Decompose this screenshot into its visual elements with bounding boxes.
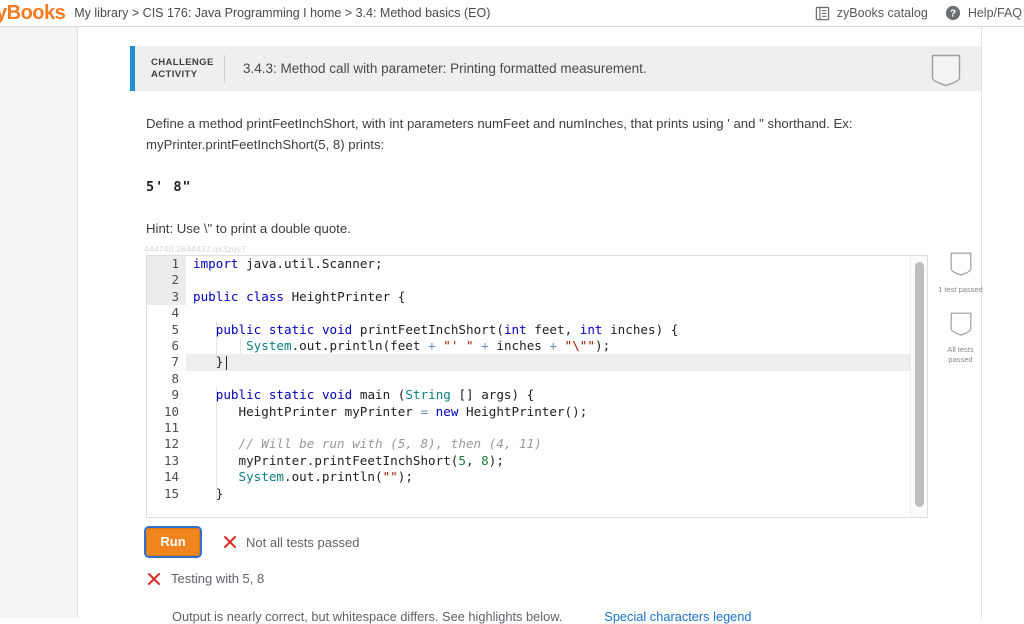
- line-number: 9: [171, 387, 179, 403]
- line-number: 11: [163, 420, 179, 435]
- top-navigation-bar: yBooks My library > CIS 176: Java Progra…: [0, 0, 1024, 27]
- x-mark-icon: [223, 535, 237, 549]
- text-cursor: [226, 356, 227, 370]
- activity-type-tag: CHALLENGE ACTIVITY: [135, 57, 224, 81]
- prompt-hint: Hint: Use \" to print a double quote.: [146, 221, 351, 236]
- zybooks-catalog-label: zyBooks catalog: [836, 6, 928, 20]
- line-number: 7: [171, 354, 179, 370]
- code-line: myPrinter.printFeetInchShort(5, 8);: [193, 452, 504, 468]
- line-number: 15: [163, 485, 179, 501]
- code-line: public class HeightPrinter {: [193, 288, 406, 304]
- prompt-sample-output: 5' 8": [146, 179, 192, 195]
- zybooks-logo[interactable]: yBooks: [0, 3, 66, 23]
- test-case-label: Testing with 5, 8: [171, 571, 265, 586]
- line-number: 14: [163, 469, 179, 485]
- code-line: public static void main (String [] args)…: [215, 387, 535, 403]
- activity-watermark: 444740.2644432.qx3zqy7: [144, 244, 247, 254]
- breadcrumb[interactable]: My library > CIS 176: Java Programming I…: [74, 7, 490, 20]
- code-line: // Will be run with (5, 8), then (4, 11): [193, 436, 542, 452]
- test-detail-text: Output is nearly correct, but whitespace…: [172, 609, 563, 624]
- shield-badge-icon: [931, 54, 961, 92]
- activity-tag-line2: ACTIVITY: [151, 68, 198, 80]
- editor-code-area[interactable]: import java.util.Scanner; public class H…: [186, 256, 911, 517]
- line-number: 1: [171, 256, 179, 271]
- question-circle-icon: ?: [945, 5, 961, 21]
- help-faq-link[interactable]: ? Help/FAQ: [945, 5, 1022, 21]
- run-status-text: Not all tests passed: [246, 534, 360, 550]
- side-test-item: All tests passed: [938, 312, 983, 365]
- left-rail: [0, 27, 78, 618]
- line-number: 2: [171, 272, 179, 288]
- code-line: }: [193, 485, 224, 501]
- help-faq-label: Help/FAQ: [967, 6, 1022, 20]
- code-line: System.out.println("");: [238, 469, 413, 485]
- run-row: Run Not all tests passed: [144, 526, 359, 558]
- right-rail: [983, 27, 1024, 618]
- editor-scrollbar-track[interactable]: [910, 256, 927, 517]
- test-case-row: Testing with 5, 8: [147, 571, 264, 586]
- top-nav-actions: zyBooks catalog ? Help/FAQ: [815, 5, 1024, 21]
- code-line: }: [193, 354, 224, 370]
- special-characters-legend-link[interactable]: Special characters legend: [604, 609, 751, 624]
- activity-title: 3.4.3: Method call with parameter: Print…: [243, 61, 647, 76]
- shield-badge-icon: [950, 312, 972, 340]
- side-test-label: 1 test passed: [938, 285, 983, 294]
- line-number: 6: [171, 338, 179, 353]
- challenge-activity-card: CHALLENGE ACTIVITY 3.4.3: Method call wi…: [130, 46, 981, 239]
- run-status: Not all tests passed: [223, 535, 359, 550]
- side-test-indicators: 1 test passed All tests passed: [938, 252, 983, 382]
- svg-text:?: ?: [950, 9, 956, 20]
- line-number: 10: [163, 403, 179, 419]
- activity-header: CHALLENGE ACTIVITY 3.4.3: Method call wi…: [130, 46, 981, 91]
- activity-prompt: Define a method printFeetInchShort, with…: [130, 91, 981, 239]
- x-mark-icon: [147, 572, 161, 586]
- line-number: 4: [171, 305, 179, 321]
- code-line: System.out.println(feet + "' " + inches …: [246, 338, 611, 353]
- run-button[interactable]: Run: [144, 526, 202, 558]
- activity-tag-line1: CHALLENGE: [151, 56, 214, 68]
- line-number: 13: [163, 452, 179, 468]
- book-icon: [815, 6, 830, 21]
- code-line: HeightPrinter myPrinter = new HeightPrin…: [193, 403, 588, 419]
- shield-badge-icon: [950, 252, 972, 280]
- side-test-label: All tests passed: [947, 345, 974, 364]
- code-line: public static void printFeetInchShort(in…: [215, 321, 679, 337]
- gutter-shade: [147, 256, 186, 305]
- line-number: 12: [163, 436, 179, 452]
- code-line: import java.util.Scanner;: [193, 256, 383, 271]
- line-number: 8: [171, 370, 179, 386]
- side-test-item: 1 test passed: [938, 252, 983, 295]
- line-number: 5: [171, 321, 179, 337]
- zybooks-catalog-link[interactable]: zyBooks catalog: [815, 6, 928, 21]
- line-number: 3: [171, 288, 179, 304]
- code-editor[interactable]: 1 2 3 4 5 6 7 8 9 10 11 12 13 14 15 import java.util.S…: [146, 255, 928, 518]
- editor-gutter: 1 2 3 4 5 6 7 8 9 10 11 12 13 14 15: [147, 256, 186, 517]
- active-line-highlight: [186, 354, 911, 371]
- editor-scrollbar-thumb[interactable]: [914, 262, 924, 507]
- prompt-paragraph: Define a method printFeetInchShort, with…: [146, 116, 853, 152]
- test-detail-row: Output is nearly correct, but whitespace…: [172, 609, 872, 624]
